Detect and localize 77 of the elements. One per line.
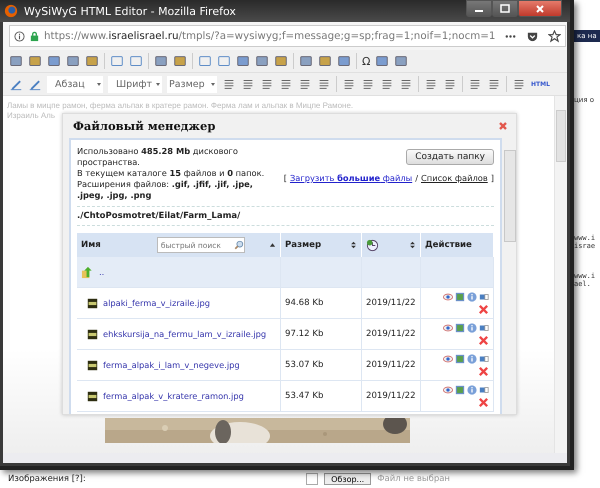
upload-link[interactable]: Загрузить большие файлы bbox=[290, 173, 412, 184]
lock-icon bbox=[29, 30, 40, 42]
resize-icon[interactable] bbox=[479, 322, 489, 332]
toolbar-dropdown[interactable]: Размер bbox=[167, 76, 217, 92]
scrollbar-thumb[interactable] bbox=[504, 150, 516, 242]
disk-usage-text: Использовано 485.28 Mb дискового пространства. bbox=[77, 146, 239, 168]
file-name-link[interactable]: alpaki_ferma_v_izraile.jpg bbox=[103, 298, 210, 308]
jpg-file-icon bbox=[87, 360, 98, 370]
editor-text: Ламы в мицпе рамон, ферма альпак в кратере рамон. Ферма лам и альпак в Мицпе Рамоне. bbox=[7, 101, 354, 111]
delete-icon[interactable] bbox=[478, 366, 489, 376]
sort-icon bbox=[409, 241, 416, 249]
clock-icon bbox=[366, 238, 379, 252]
info-icon bbox=[14, 30, 25, 42]
create-folder-button[interactable]: Создать папку bbox=[406, 149, 494, 165]
info-icon[interactable] bbox=[467, 354, 477, 364]
info-icon[interactable] bbox=[467, 384, 477, 394]
firefox-icon bbox=[4, 4, 18, 18]
address-bar[interactable]: https://www.israelisrael.ru/tmpls/?a=wysiwyg;f=message;g=sp;frag=1;noif=1;nocm=1 bbox=[9, 25, 566, 47]
file-name-link[interactable]: ferma_alpak_i_lam_v_negeve.jpg bbox=[103, 360, 240, 370]
file-size-cell: 53.47 Kb bbox=[280, 380, 362, 412]
file-date-cell: 2019/11/22 bbox=[362, 318, 420, 350]
toolbar-dropdown[interactable]: Абзац bbox=[47, 76, 103, 92]
delete-icon[interactable] bbox=[478, 396, 489, 408]
delete-icon[interactable] bbox=[478, 304, 489, 314]
date-column-header[interactable] bbox=[362, 233, 420, 257]
bracket-text: ] bbox=[490, 173, 494, 184]
jpg-file-icon bbox=[87, 328, 98, 340]
file-size-cell: 53.07 Kb bbox=[280, 350, 362, 380]
file-name-link[interactable]: ferma_alpak_v_kratere_ramon.jpg bbox=[103, 391, 244, 401]
resize-icon[interactable] bbox=[479, 384, 489, 394]
eye-icon[interactable] bbox=[443, 292, 453, 302]
action-column-header: Действие bbox=[420, 233, 494, 257]
folder-count-text: В текущем каталоге 15 файлов и 0 папок. bbox=[77, 168, 266, 179]
size-column-header[interactable]: Размер bbox=[280, 233, 362, 257]
file-date-cell: 2019/11/22 bbox=[362, 380, 420, 412]
parent-folder-link[interactable]: .. bbox=[99, 267, 104, 277]
browse-button[interactable]: Обзор... bbox=[324, 473, 372, 485]
file-size-cell: 97.12 Kb bbox=[280, 318, 362, 350]
special-char-button[interactable]: Ω bbox=[362, 54, 370, 68]
dialog-title: Файловый менеджер bbox=[73, 119, 216, 133]
sort-up-icon bbox=[269, 241, 276, 249]
file-size-cell: 94.68 Kb bbox=[280, 288, 362, 318]
minimize-icon bbox=[475, 10, 483, 12]
extensions-text: Расширения файлов: .gif, .jfif, .jif, .jpe, .jpeg, .jpg, .png bbox=[77, 179, 254, 201]
url-text: https://www.israelisrael.ru/tmpls/?a=wysiwyg;f=message;g=sp;frag=1;noif=1;nocm=1 bbox=[44, 30, 496, 42]
scrollbar-thumb[interactable] bbox=[556, 110, 566, 162]
bracket-text: [ bbox=[284, 173, 287, 184]
sort-icon bbox=[350, 241, 357, 249]
file-status-text: Файл не выбран bbox=[377, 474, 450, 484]
jpg-file-icon bbox=[87, 390, 98, 402]
close-icon bbox=[535, 4, 545, 14]
file-list-link[interactable]: Список файлов bbox=[421, 173, 488, 184]
resize-icon[interactable] bbox=[479, 292, 489, 302]
folder-path: ./ChtoPosmotret/Eilat/Farm_Lama/ bbox=[77, 206, 494, 226]
file-date-cell: 2019/11/22 bbox=[362, 288, 420, 318]
eye-icon[interactable] bbox=[443, 384, 453, 394]
images-label: Изображения [?]: bbox=[8, 474, 86, 484]
separator-text: / bbox=[415, 173, 418, 184]
close-button[interactable] bbox=[518, 0, 562, 17]
window-title: WySiWyG HTML Editor - Mozilla Firefox bbox=[24, 4, 236, 18]
close-icon[interactable] bbox=[498, 121, 508, 131]
info-icon[interactable] bbox=[467, 292, 477, 302]
toolbar-dropdown[interactable]: Шрифт bbox=[108, 76, 162, 92]
eye-icon[interactable] bbox=[443, 354, 453, 364]
info-icon[interactable] bbox=[467, 322, 477, 332]
file-date-cell: 2019/11/22 bbox=[362, 350, 420, 380]
editor-text: Израиль Аль bbox=[7, 111, 56, 121]
resize-icon[interactable] bbox=[479, 354, 489, 364]
minimize-button[interactable] bbox=[466, 0, 492, 17]
eye-icon[interactable] bbox=[443, 322, 453, 332]
file-input-frame bbox=[306, 473, 318, 485]
jpg-file-icon bbox=[87, 298, 98, 308]
maximize-icon bbox=[500, 4, 510, 14]
delete-icon[interactable] bbox=[478, 334, 489, 346]
file-name-link[interactable]: ehkskursija_na_fermu_lam_v_izraile.jpg bbox=[103, 329, 266, 339]
star-icon[interactable] bbox=[548, 30, 562, 42]
maximize-button[interactable] bbox=[492, 0, 518, 17]
